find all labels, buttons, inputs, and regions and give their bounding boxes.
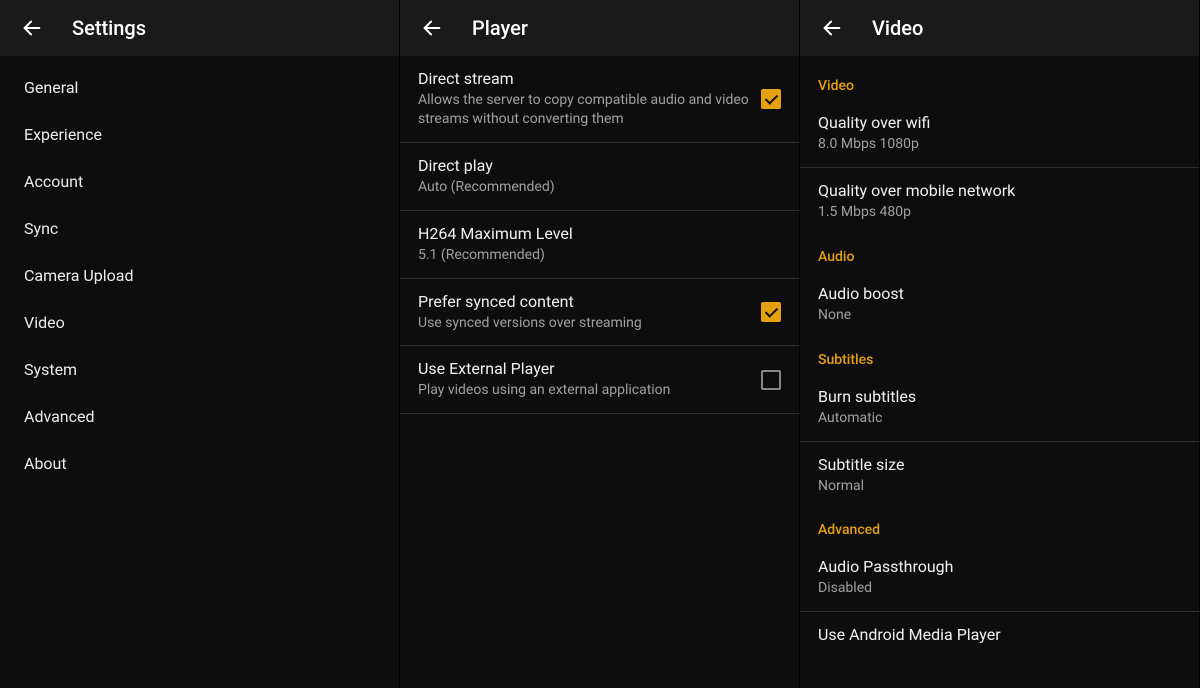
setting-text: Quality over wifi 8.0 Mbps 1080p [818, 113, 1181, 154]
back-icon[interactable] [820, 16, 844, 40]
settings-item-camera-upload[interactable]: Camera Upload [0, 252, 399, 299]
player-title: Player [472, 16, 528, 40]
setting-title: Subtitle size [818, 455, 1169, 474]
settings-item-system[interactable]: System [0, 346, 399, 393]
section-header-subtitles: Subtitles [800, 338, 1199, 374]
back-icon[interactable] [20, 16, 44, 40]
video-row-quality-mobile[interactable]: Quality over mobile network 1.5 Mbps 480… [800, 168, 1199, 235]
setting-title: Direct play [418, 156, 769, 175]
setting-sub: 8.0 Mbps 1080p [818, 135, 1169, 154]
setting-title: Burn subtitles [818, 387, 1169, 406]
settings-list: General Experience Account Sync Camera U… [0, 56, 399, 688]
video-row-audio-boost[interactable]: Audio boost None [800, 271, 1199, 338]
setting-title: Direct stream [418, 69, 749, 88]
settings-header: Settings [0, 0, 399, 56]
setting-text: H264 Maximum Level 5.1 (Recommended) [418, 224, 781, 265]
setting-text: Subtitle size Normal [818, 455, 1181, 496]
player-list: Direct stream Allows the server to copy … [400, 56, 799, 688]
setting-sub: Auto (Recommended) [418, 178, 769, 197]
settings-item-about[interactable]: About [0, 440, 399, 487]
settings-item-video[interactable]: Video [0, 299, 399, 346]
settings-item-sync[interactable]: Sync [0, 205, 399, 252]
setting-sub: Play videos using an external applicatio… [418, 381, 749, 400]
setting-text: Direct play Auto (Recommended) [418, 156, 781, 197]
setting-sub: Disabled [818, 579, 1169, 598]
video-list: Video Quality over wifi 8.0 Mbps 1080p Q… [800, 56, 1199, 688]
player-row-direct-stream[interactable]: Direct stream Allows the server to copy … [400, 56, 799, 143]
setting-sub: None [818, 306, 1169, 325]
video-panel: Video Video Quality over wifi 8.0 Mbps 1… [800, 0, 1200, 688]
video-row-android-media-player[interactable]: Use Android Media Player [800, 612, 1199, 660]
setting-sub: Use synced versions over streaming [418, 314, 749, 333]
setting-text: Audio boost None [818, 284, 1181, 325]
setting-sub: 5.1 (Recommended) [418, 246, 769, 265]
video-row-subtitle-size[interactable]: Subtitle size Normal [800, 442, 1199, 509]
section-header-audio: Audio [800, 235, 1199, 271]
setting-title: Quality over wifi [818, 113, 1169, 132]
video-row-burn-subtitles[interactable]: Burn subtitles Automatic [800, 374, 1199, 441]
setting-text: Prefer synced content Use synced version… [418, 292, 761, 333]
checkbox-external-player[interactable] [761, 370, 781, 390]
player-header: Player [400, 0, 799, 56]
section-header-video: Video [800, 64, 1199, 100]
checkbox-direct-stream[interactable] [761, 89, 781, 109]
setting-title: Audio Passthrough [818, 557, 1169, 576]
setting-sub: Automatic [818, 409, 1169, 428]
setting-text: Burn subtitles Automatic [818, 387, 1181, 428]
settings-title: Settings [72, 16, 146, 40]
player-row-direct-play[interactable]: Direct play Auto (Recommended) [400, 143, 799, 211]
setting-text: Use Android Media Player [818, 625, 1181, 647]
setting-text: Use External Player Play videos using an… [418, 359, 761, 400]
video-row-quality-wifi[interactable]: Quality over wifi 8.0 Mbps 1080p [800, 100, 1199, 167]
setting-title: Quality over mobile network [818, 181, 1169, 200]
settings-item-experience[interactable]: Experience [0, 111, 399, 158]
setting-sub: Allows the server to copy compatible aud… [418, 91, 749, 129]
setting-text: Audio Passthrough Disabled [818, 557, 1181, 598]
player-panel: Player Direct stream Allows the server t… [400, 0, 800, 688]
setting-text: Quality over mobile network 1.5 Mbps 480… [818, 181, 1181, 222]
video-header: Video [800, 0, 1199, 56]
setting-sub: Normal [818, 477, 1169, 496]
section-header-advanced: Advanced [800, 508, 1199, 544]
video-row-audio-passthrough[interactable]: Audio Passthrough Disabled [800, 544, 1199, 611]
setting-sub: 1.5 Mbps 480p [818, 203, 1169, 222]
settings-item-advanced[interactable]: Advanced [0, 393, 399, 440]
player-row-prefer-synced[interactable]: Prefer synced content Use synced version… [400, 279, 799, 347]
setting-title: Use Android Media Player [818, 625, 1169, 644]
settings-item-account[interactable]: Account [0, 158, 399, 205]
setting-title: Prefer synced content [418, 292, 749, 311]
player-row-h264[interactable]: H264 Maximum Level 5.1 (Recommended) [400, 211, 799, 279]
setting-title: Audio boost [818, 284, 1169, 303]
settings-panel: Settings General Experience Account Sync… [0, 0, 400, 688]
settings-item-general[interactable]: General [0, 64, 399, 111]
checkbox-prefer-synced[interactable] [761, 302, 781, 322]
player-row-external-player[interactable]: Use External Player Play videos using an… [400, 346, 799, 414]
back-icon[interactable] [420, 16, 444, 40]
setting-title: Use External Player [418, 359, 749, 378]
video-title: Video [872, 16, 923, 40]
setting-text: Direct stream Allows the server to copy … [418, 69, 761, 129]
setting-title: H264 Maximum Level [418, 224, 769, 243]
